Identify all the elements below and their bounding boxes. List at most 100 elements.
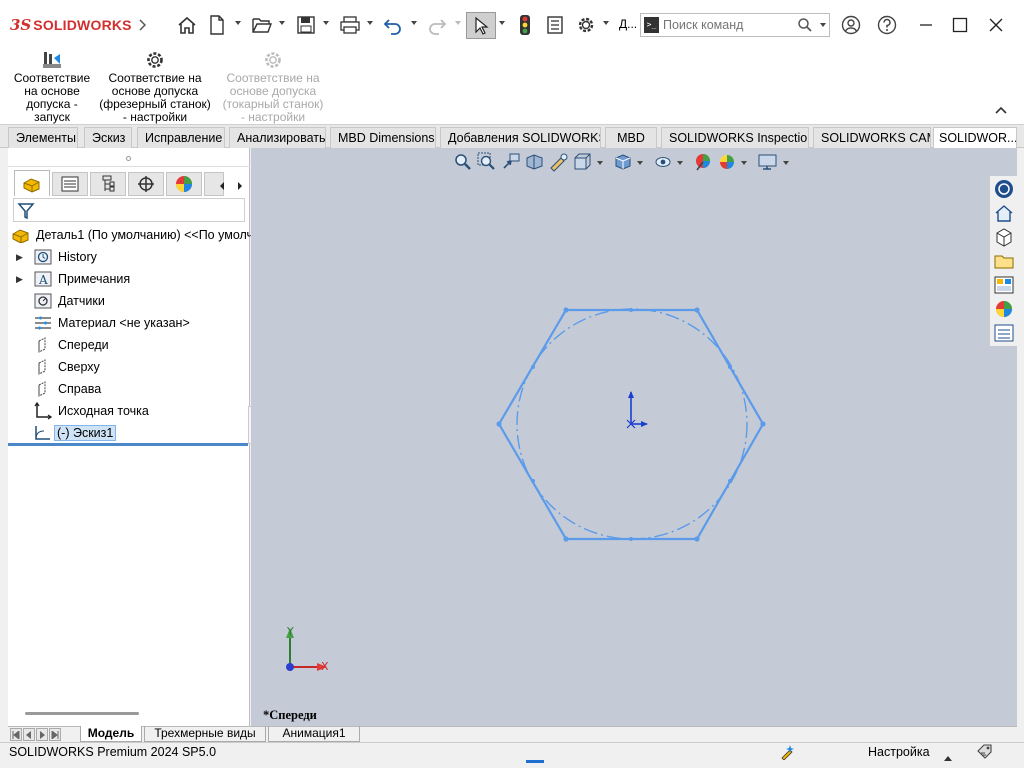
expand-arrow-icon[interactable]: ▶ [16,274,34,285]
maximize-icon[interactable] [946,13,974,37]
file-properties-icon[interactable] [543,13,567,37]
horizontal-scrollbar[interactable] [25,712,139,715]
select-dropdown-icon[interactable] [499,21,505,25]
tree-filter-box[interactable] [13,198,245,222]
solidworks-resources-icon[interactable] [993,178,1015,203]
tree-root-part[interactable]: Деталь1 (По умолчанию) <<По умолч [12,225,253,245]
gear-icon [220,50,326,72]
tab-animation1[interactable]: Анимация1 [268,726,360,742]
configuration-manager-tab-icon[interactable] [90,172,126,196]
filter-icon[interactable] [17,202,35,223]
last-tab-icon[interactable] [49,728,61,741]
rebuild-status-icon[interactable] [780,744,796,763]
units-settings-label[interactable]: Настройка [868,745,930,759]
design-library-icon[interactable] [993,226,1015,251]
close-icon[interactable] [982,13,1010,37]
save-icon[interactable] [294,13,318,37]
tab-mbd[interactable]: MBD [605,127,657,148]
history-icon [34,249,52,265]
collapse-ribbon-icon[interactable] [994,104,1008,118]
rollback-bar[interactable] [8,443,248,446]
previous-tab-icon[interactable] [23,728,35,741]
plane-icon [34,381,52,397]
gear-icon [96,50,214,72]
menu-expand-arrow-icon[interactable] [136,13,148,37]
user-account-icon[interactable] [840,13,862,37]
command-search-box[interactable]: >_ [640,13,830,37]
sketch-origin-marker [626,391,648,429]
minimize-icon[interactable] [912,13,940,37]
print-dropdown-icon[interactable] [367,21,373,25]
tab-solidworks-active[interactable]: SOLIDWOR... [933,127,1017,148]
undo-dropdown-icon[interactable] [411,21,417,25]
brand-name: SOLIDWORKS [33,17,132,33]
tab-3d-views[interactable]: Трехмерные виды [144,726,266,742]
tree-item-plane-front[interactable]: Спереди [34,335,109,355]
home-icon[interactable] [993,202,1015,227]
search-dropdown-icon[interactable] [820,23,826,27]
tab-features[interactable]: Элементы [8,127,78,148]
tab-solidworks-inspection[interactable]: SOLIDWORKS Inspection [661,127,809,148]
tolerance-start-button[interactable]: Соответствие на основе допуска - запуск [12,50,92,124]
property-manager-tab-icon[interactable] [52,172,88,196]
command-prompt-icon: >_ [644,17,659,33]
rebuild-icon[interactable] [514,13,536,37]
truncated-menu-label[interactable]: Д... [619,17,637,31]
tooltip-toggle-icon[interactable] [976,744,994,763]
panel-split-handle[interactable] [126,156,131,161]
tab-solidworks-addins[interactable]: Добавления SOLIDWORKS [440,127,601,148]
tolerance-mill-settings-button[interactable]: Соответствие на основе допуска (фрезерны… [96,50,214,124]
new-document-icon[interactable] [206,13,228,37]
help-icon[interactable] [876,13,898,37]
units-menu-arrow-icon[interactable] [944,750,952,764]
sketch-canvas[interactable] [251,148,1017,726]
open-dropdown-icon[interactable] [279,21,285,25]
dimxpert-manager-tab-icon[interactable] [128,172,164,196]
tree-item-sketch1[interactable]: (-) Эскиз1 [34,422,117,443]
search-icon[interactable] [797,17,813,36]
tab-model[interactable]: Модель [80,726,142,742]
tab-sketch[interactable]: Эскиз [84,127,132,148]
tab-scroll-left-icon[interactable] [214,178,230,194]
tab-repair[interactable]: Исправление [137,127,225,148]
open-folder-icon[interactable] [249,13,275,37]
options-dropdown-icon[interactable] [603,21,609,25]
tree-item-label: Спереди [58,338,109,352]
sensors-icon [34,293,52,309]
home-icon[interactable] [175,13,199,37]
command-search-input[interactable] [663,16,795,34]
tree-item-material[interactable]: Материал <не указан> [34,313,190,333]
custom-properties-icon[interactable] [993,322,1015,347]
solidworks-logo[interactable]: 3S SOLIDWORKS [10,14,132,36]
tab-mbd-dimensions[interactable]: MBD Dimensions [330,127,436,148]
tree-item-plane-right[interactable]: Справа [34,379,101,399]
select-tool-icon[interactable] [466,12,496,39]
undo-icon[interactable] [381,13,405,37]
command-manager-panel: Соответствие на основе допуска - запуск … [0,48,1024,124]
save-dropdown-icon[interactable] [323,21,329,25]
tab-evaluate[interactable]: Анализировать [229,127,326,148]
tree-item-sensors[interactable]: Датчики [34,291,105,311]
view-palette-icon[interactable] [993,274,1015,299]
graphics-viewport[interactable]: Y X *Спереди [251,148,1017,726]
options-gear-icon[interactable] [574,13,598,37]
print-icon[interactable] [337,13,363,37]
feature-manager-tab-icon[interactable] [14,170,50,196]
tolerance-mill-settings-label: Соответствие на основе допуска (фрезерны… [99,71,211,124]
tab-solidworks-cam[interactable]: SOLIDWORKS CAM [813,127,931,148]
tree-item-label: Исходная точка [58,404,149,418]
expand-arrow-icon[interactable]: ▶ [16,252,34,263]
new-dropdown-icon[interactable] [235,21,241,25]
tab-scroll-right-icon[interactable] [232,178,248,194]
tree-item-annotations[interactable]: ▶ A Примечания [16,269,130,289]
panel-divider [8,166,250,167]
file-explorer-icon[interactable] [993,250,1015,275]
tree-item-history[interactable]: ▶ History [16,247,97,267]
appearances-icon[interactable] [993,298,1015,323]
tree-item-origin[interactable]: Исходная точка [34,401,149,421]
tree-item-plane-top[interactable]: Сверху [34,357,100,377]
display-manager-tab-icon[interactable] [166,172,202,196]
first-tab-icon[interactable] [10,728,22,741]
next-tab-icon[interactable] [36,728,48,741]
tree-root-label: Деталь1 (По умолчанию) <<По умолч [36,228,254,242]
